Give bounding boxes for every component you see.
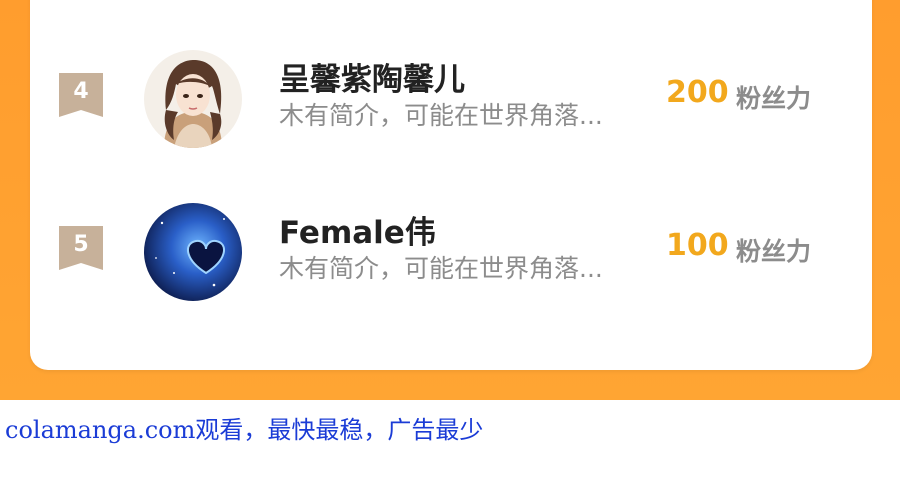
fan-score-unit: 粉丝力 xyxy=(736,237,812,266)
user-name[interactable]: 呈馨紫陶馨儿 xyxy=(279,54,465,99)
leaderboard-row[interactable]: 4 呈馨紫陶馨儿 木有简介，可能在世界角落... 200 粉丝力 xyxy=(30,50,872,180)
rank-badge: 5 xyxy=(59,226,103,270)
avatar[interactable] xyxy=(144,203,242,301)
girl-portrait-icon xyxy=(144,50,242,148)
fan-score: 200 xyxy=(666,75,729,110)
leaderboard-row[interactable]: 5 Female伟 木有简介，可能在世界角落... 100 粉丝力 xyxy=(30,203,872,333)
user-bio: 木有简介，可能在世界角落... xyxy=(279,101,603,130)
fan-score-unit: 粉丝力 xyxy=(736,84,812,113)
user-name[interactable]: Female伟 xyxy=(279,207,436,252)
fan-score: 100 xyxy=(666,228,729,263)
user-bio: 木有简介，可能在世界角落... xyxy=(279,254,603,283)
blue-heart-galaxy-icon xyxy=(144,203,242,301)
watermark-text: colamanga.com观看，最快最稳，广告最少 xyxy=(5,416,484,444)
leaderboard-card: 4 呈馨紫陶馨儿 木有简介，可能在世界角落... 200 粉丝力 5 Femal… xyxy=(30,0,872,370)
rank-badge: 4 xyxy=(59,73,103,117)
avatar[interactable] xyxy=(144,50,242,148)
